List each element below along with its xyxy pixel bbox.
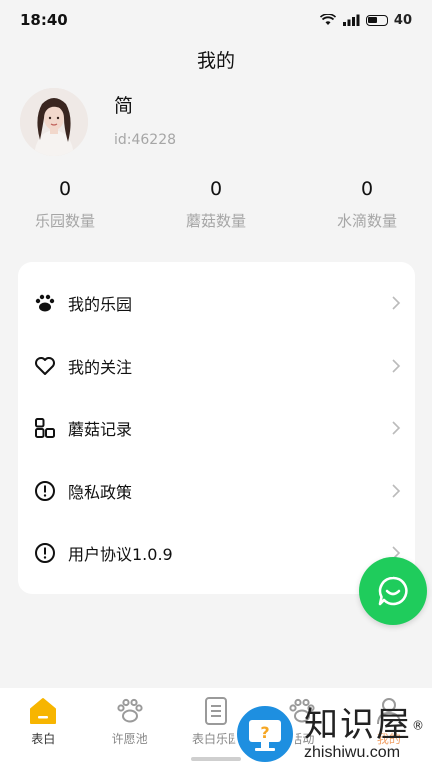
chevron-right-icon	[392, 296, 401, 310]
chevron-right-icon	[392, 484, 401, 498]
chat-fab-button[interactable]	[359, 557, 427, 625]
document-icon	[201, 696, 231, 726]
status-time: 18:40	[20, 11, 68, 29]
watermark-title: 知识屋	[304, 705, 412, 745]
stat-value: 0	[360, 178, 374, 200]
blocks-icon	[34, 417, 56, 439]
chat-bubble-icon	[378, 576, 408, 606]
tab-label: 表白乐园	[192, 732, 241, 746]
chevron-right-icon	[392, 421, 401, 435]
status-bar: 18:40 40	[0, 0, 432, 40]
stats-row: 0 乐园数量 0 蘑菇数量 0 水滴数量	[0, 178, 432, 231]
tab-label: 许愿池	[111, 732, 148, 746]
menu-card: 我的乐园 我的关注 蘑菇记录 隐私政策 用户协议1.0.9	[18, 262, 415, 594]
stat-paradise-count[interactable]: 0 乐园数量	[15, 178, 115, 231]
info-circle-icon	[34, 480, 56, 502]
info-circle-icon	[34, 542, 56, 564]
svg-text:?: ?	[260, 723, 269, 742]
menu-label: 用户协议1.0.9	[68, 545, 173, 565]
signal-icon	[342, 14, 360, 26]
menu-item-my-paradise[interactable]: 我的乐园	[18, 272, 415, 335]
profile-header[interactable]: 简 id:46228	[20, 88, 176, 156]
watermark-registered: ®	[412, 718, 424, 733]
tab-confession[interactable]: 表白	[0, 688, 86, 768]
menu-item-my-follows[interactable]: 我的关注	[18, 335, 415, 398]
chevron-right-icon	[392, 359, 401, 373]
stat-label: 蘑菇数量	[185, 212, 246, 230]
paw-icon	[115, 696, 145, 726]
menu-label: 我的关注	[68, 357, 133, 377]
battery-icon	[365, 14, 388, 26]
heart-icon	[34, 355, 56, 377]
menu-item-mushroom-records[interactable]: 蘑菇记录	[18, 397, 415, 460]
user-id: id:46228	[114, 131, 177, 148]
menu-label: 蘑菇记录	[68, 420, 133, 440]
status-icons: 40	[319, 12, 412, 28]
battery-level: 40	[393, 12, 412, 28]
home-icon	[28, 696, 58, 726]
stat-mushroom-count[interactable]: 0 蘑菇数量	[166, 178, 266, 231]
stat-label: 乐园数量	[34, 212, 95, 230]
stat-label: 水滴数量	[336, 212, 397, 230]
tab-label: 表白	[31, 732, 56, 746]
menu-item-user-agreement[interactable]: 用户协议1.0.9	[18, 522, 415, 585]
watermark: ? 知识屋® zhishiwu.com	[234, 700, 432, 768]
username: 简	[114, 94, 134, 117]
watermark-logo-icon: ?	[234, 703, 296, 765]
stat-value: 0	[58, 178, 72, 200]
wifi-icon	[319, 14, 336, 25]
menu-item-privacy-policy[interactable]: 隐私政策	[18, 460, 415, 523]
menu-label: 隐私政策	[68, 482, 133, 502]
page-title: 我的	[196, 50, 235, 72]
avatar[interactable]	[20, 88, 88, 156]
stat-water-drop-count[interactable]: 0 水滴数量	[317, 178, 417, 231]
watermark-url: zhishiwu.com	[304, 744, 401, 761]
stat-value: 0	[209, 178, 223, 200]
menu-label: 我的乐园	[68, 295, 133, 315]
tab-wishing-pool[interactable]: 许愿池	[86, 688, 172, 768]
paw-icon	[34, 292, 56, 314]
